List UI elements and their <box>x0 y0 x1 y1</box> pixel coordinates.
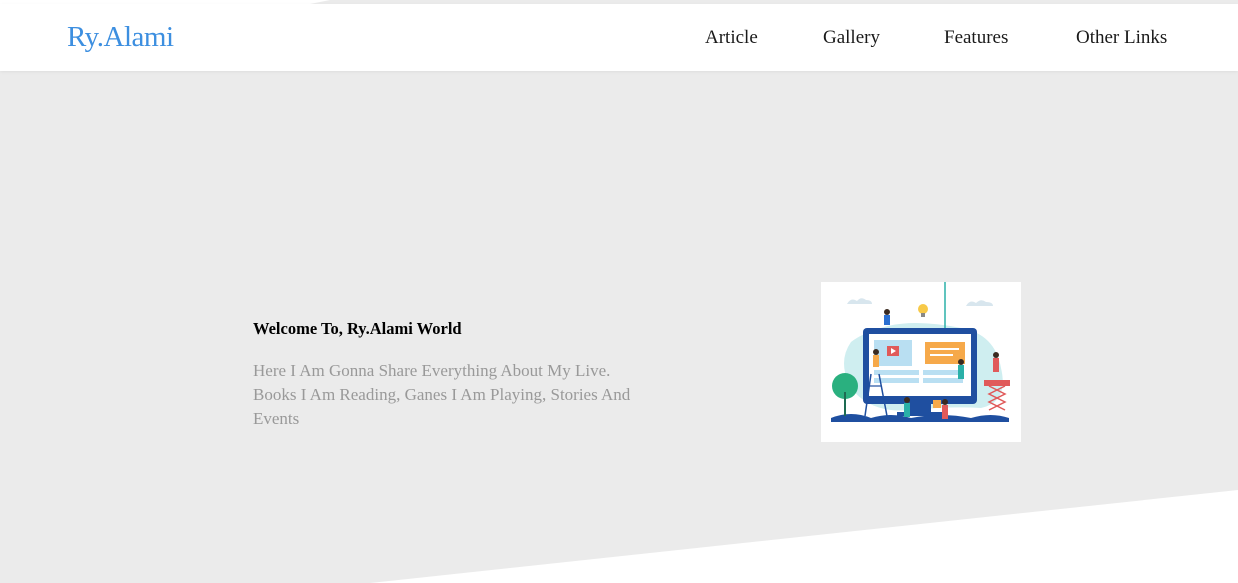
hero-description: Here I Am Gonna Share Everything About M… <box>253 361 631 428</box>
nav-item-other-links[interactable]: Other Links <box>1076 26 1167 50</box>
web-building-illustration-icon <box>831 282 1010 422</box>
hero-title: Welcome To, Ry.Alami World <box>253 319 462 338</box>
nav-item-gallery[interactable]: Gallery <box>823 26 880 50</box>
navbar: Ry.Alami Article Gallery Features Other … <box>0 4 1238 71</box>
hero-illustration <box>821 282 1021 442</box>
background-shapes <box>0 0 1238 583</box>
brand-logo[interactable]: Ry.Alami <box>67 20 174 54</box>
nav-item-article[interactable]: Article <box>705 26 758 50</box>
nav-item-features[interactable]: Features <box>944 26 1008 50</box>
